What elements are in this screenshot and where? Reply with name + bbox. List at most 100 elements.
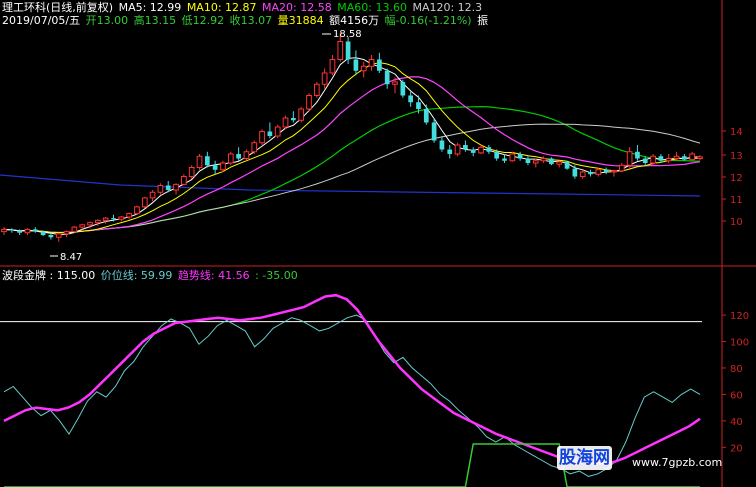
price-axis-tick-label: 14 bbox=[730, 127, 743, 138]
candle-body-up bbox=[697, 156, 703, 160]
indicator-axis-tick-label: 60 bbox=[730, 390, 743, 401]
occlusion-box bbox=[185, 222, 570, 262]
candle-body-down bbox=[572, 168, 578, 177]
date-value: 2019/07/05/五 bbox=[2, 14, 81, 27]
candle-body-up bbox=[306, 95, 312, 110]
low-value: 低12.92 bbox=[181, 14, 225, 27]
volume-value: 量31884 bbox=[277, 14, 324, 27]
candle-body-down bbox=[470, 149, 476, 153]
ma10-line bbox=[3, 62, 701, 234]
indicator-name: 波段金牌 : 115.00 bbox=[2, 269, 96, 282]
watermark-url: www.7gpzb.com bbox=[632, 456, 723, 469]
candle-body-down bbox=[40, 231, 46, 235]
price-axis-tick-label: 12 bbox=[730, 173, 743, 184]
candle-body-down bbox=[204, 156, 210, 166]
price-axis-tick-label: 10 bbox=[730, 217, 743, 228]
indicator-axis-tick-label: 80 bbox=[730, 364, 743, 375]
amount-value: 额4156万 bbox=[329, 14, 380, 27]
candle-body-up bbox=[134, 206, 140, 215]
candle-body-down bbox=[416, 102, 421, 109]
candle-body-up bbox=[673, 155, 680, 159]
candle-body-up bbox=[689, 153, 696, 161]
candle-body-up bbox=[595, 169, 602, 175]
candle-body-up bbox=[329, 59, 336, 74]
high-price-label: 18.58 bbox=[333, 29, 362, 40]
candle-body-down bbox=[408, 95, 413, 103]
stock-title: 理工环科(日线,前复权) bbox=[2, 1, 114, 14]
candle-body-down bbox=[658, 156, 664, 161]
candle-body-up bbox=[313, 83, 320, 96]
price-header: 理工环科(日线,前复权) MA5: 12.99 MA10: 12.87 MA20… bbox=[2, 1, 484, 14]
long-term-ma-line bbox=[0, 174, 701, 197]
candle-body-down bbox=[682, 156, 687, 160]
candle-body-up bbox=[321, 72, 328, 85]
ma60-value: MA60: 13.60 bbox=[337, 1, 407, 14]
price-axis-tick-label: 13 bbox=[730, 151, 743, 162]
candle-body-up bbox=[579, 171, 586, 177]
candle-body-up bbox=[532, 160, 539, 164]
indicator-extra-value: : -35.00 bbox=[255, 269, 298, 282]
candle-body-up bbox=[337, 41, 344, 60]
candle-body-up bbox=[368, 59, 375, 67]
candle-body-down bbox=[549, 158, 554, 165]
candle-body-up bbox=[71, 226, 78, 233]
indicator-axis-tick-label: 120 bbox=[730, 311, 749, 322]
candle-body-down bbox=[353, 59, 359, 71]
candle-body-down bbox=[463, 145, 468, 150]
candle-body-down bbox=[502, 158, 507, 161]
candle-body-up bbox=[611, 170, 617, 173]
candle-body-down bbox=[212, 165, 218, 170]
candle-body-down bbox=[486, 147, 492, 152]
candle-body-down bbox=[9, 229, 15, 231]
candle-body-up bbox=[650, 155, 656, 164]
candle-body-up bbox=[556, 161, 563, 165]
candle-body-down bbox=[111, 218, 116, 220]
high-value: 高13.15 bbox=[133, 14, 177, 27]
candle-body-up bbox=[79, 224, 86, 228]
candle-body-up bbox=[149, 191, 156, 199]
low-price-label: 8.47 bbox=[60, 252, 83, 263]
candle-body-down bbox=[423, 109, 429, 123]
candle-body-down bbox=[588, 172, 593, 175]
ma120-line bbox=[3, 123, 701, 234]
candle-body-up bbox=[478, 146, 484, 154]
candle-body-down bbox=[165, 185, 171, 190]
candle-body-up bbox=[298, 108, 305, 121]
candle-body-up bbox=[454, 144, 461, 155]
candle-body-up bbox=[102, 217, 109, 221]
candle-body-up bbox=[141, 197, 148, 208]
ma120-value: MA120: 12.3 bbox=[412, 1, 483, 14]
candle-body-down bbox=[400, 82, 406, 96]
ma5-value: MA5: 12.99 bbox=[118, 1, 182, 14]
ma20-value: MA20: 12.58 bbox=[262, 1, 332, 14]
ohlc-header: 2019/07/05/五 开13.00 高13.15 低12.92 收13.07… bbox=[2, 14, 490, 27]
candle-body-up bbox=[220, 162, 226, 171]
candle-body-down bbox=[267, 131, 273, 136]
candle-body-down bbox=[32, 229, 38, 232]
amplitude-value: 振 bbox=[477, 14, 489, 27]
indicator-axis-tick-label: 100 bbox=[730, 338, 749, 349]
candle-body-down bbox=[439, 140, 445, 150]
ma10-value: MA10: 12.87 bbox=[186, 1, 257, 14]
candle-body-up bbox=[274, 126, 281, 137]
candle-body-up bbox=[626, 151, 633, 166]
candle-body-down bbox=[494, 151, 500, 159]
kline-chart: 10 11 12 13 14 20 40 60 80 100 120 bbox=[0, 0, 756, 487]
candle-body-up bbox=[157, 185, 164, 193]
candle-body-down bbox=[635, 151, 640, 159]
ma5-line bbox=[3, 57, 701, 235]
candle-body-up bbox=[55, 233, 62, 238]
watermark-logo: 股海网 bbox=[557, 446, 612, 470]
candle-body-up bbox=[173, 183, 179, 191]
indicator-axis-tick-label: 20 bbox=[730, 443, 743, 454]
candle-body-up bbox=[24, 228, 31, 234]
candle-body-up bbox=[94, 219, 101, 224]
candle-body-up bbox=[509, 153, 516, 162]
price-line-value: 价位线: 59.99 bbox=[100, 269, 173, 282]
candle-body-down bbox=[525, 158, 531, 163]
candle-body-up bbox=[251, 142, 258, 153]
candle-body-up bbox=[243, 151, 250, 159]
indicator-axis-tick-label: 40 bbox=[730, 417, 743, 428]
candle-body-up bbox=[227, 153, 234, 164]
candle-body-down bbox=[17, 230, 22, 233]
